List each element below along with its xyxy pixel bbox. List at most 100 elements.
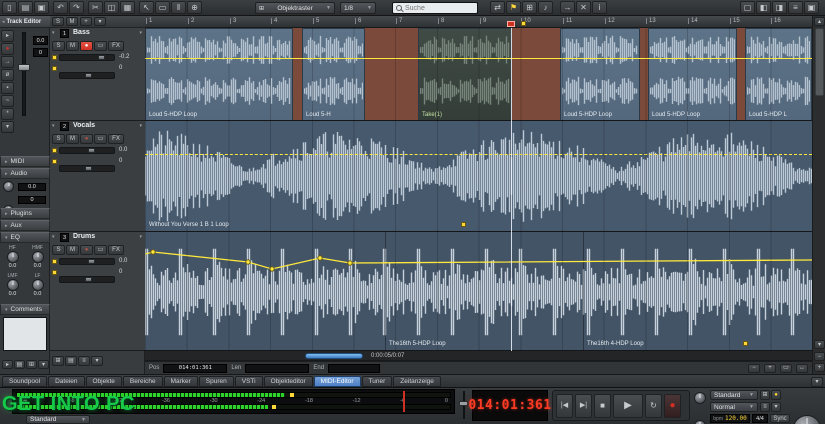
go-to-start-button[interactable]: |◀ — [556, 393, 573, 418]
file-open-button[interactable]: ▤ — [18, 1, 33, 14]
pan-slider-handle[interactable] — [85, 166, 92, 171]
zoom-in-button[interactable]: + — [764, 363, 776, 373]
phase-button[interactable]: ø — [1, 69, 14, 81]
stop-button[interactable]: ■ — [594, 393, 611, 418]
more-button[interactable]: ▾ — [1, 121, 14, 133]
mini-fader-handle[interactable] — [459, 401, 468, 406]
lock-button[interactable]: ▪ — [1, 82, 14, 94]
tab-marker[interactable]: Marker — [163, 376, 198, 387]
header-bottom-button-4[interactable]: ▾ — [91, 356, 103, 366]
marker-flag-button[interactable]: ⚑ — [506, 1, 521, 14]
eq-lmf-knob[interactable] — [6, 279, 19, 291]
freeze-button[interactable]: * — [1, 108, 14, 120]
bass-clip[interactable]: Loud 5-HDP Loop — [560, 28, 640, 120]
track-header-bass[interactable]: ▾ 1 Bass ▾ S M ● ▭ FX -0.2 0 — [50, 28, 145, 121]
vertical-zoom-in-button[interactable]: + — [814, 363, 825, 372]
playback-marker[interactable] — [507, 21, 515, 27]
section-eq[interactable]: ▾ EQ — [0, 232, 50, 243]
cut-button[interactable]: ✂ — [88, 1, 103, 14]
record-arm-button[interactable]: ● — [80, 245, 93, 255]
collapse-icon[interactable]: ▾ — [52, 30, 55, 36]
vertical-zoom-out-button[interactable]: − — [814, 352, 825, 361]
eq-lf-knob[interactable] — [31, 279, 44, 291]
volume-slider-handle[interactable] — [88, 148, 95, 153]
workspace-2-button[interactable]: ◧ — [756, 1, 771, 14]
scroll-down-button[interactable]: ▾ — [814, 340, 825, 349]
vertical-scrollbar[interactable]: ▴ ▾ − + — [812, 16, 825, 374]
bass-clip[interactable]: Loud 5-HDP L — [745, 28, 812, 120]
record-option-button-1[interactable]: ⊞ — [760, 390, 770, 400]
record-option-button-2[interactable]: ● — [771, 390, 781, 400]
collapse-left-icon[interactable]: ◂ — [2, 19, 5, 25]
track-volume-fader[interactable] — [17, 32, 31, 116]
track-menu-button[interactable]: ▾ — [94, 17, 106, 26]
section-comments[interactable]: ▾ Comments — [0, 304, 50, 315]
header-bottom-button-2[interactable]: ▤ — [65, 356, 77, 366]
pan-slider-handle[interactable] — [85, 73, 92, 78]
bass-volume-automation-line[interactable] — [145, 58, 812, 59]
loop-range-button[interactable]: ⇄ — [490, 1, 505, 14]
grid-value-dropdown[interactable]: 1/8 ▼ — [340, 2, 376, 14]
automation-node[interactable] — [743, 341, 748, 346]
mouse-tool-button[interactable]: ↖ — [139, 1, 154, 14]
search-input[interactable] — [405, 4, 469, 12]
tab-bereiche[interactable]: Bereiche — [122, 376, 163, 387]
end-value[interactable] — [328, 363, 381, 373]
bpm-display[interactable]: bpm 120.00 — [710, 414, 750, 423]
timeline-ruler[interactable]: 1 2 3 4 5 6 7 8 9 10 11 12 13 14 15 16 — [145, 16, 812, 28]
solo-all-button[interactable]: S — [52, 17, 64, 26]
file-save-button[interactable]: ▣ — [34, 1, 49, 14]
volume-slider-handle[interactable] — [98, 55, 105, 60]
solo-button[interactable]: S — [52, 134, 65, 144]
mixer-button[interactable]: ≡ — [788, 1, 803, 14]
collapse-icon[interactable]: ▾ — [52, 123, 55, 129]
pan-slider[interactable] — [59, 276, 115, 283]
section-midi[interactable]: ▸ MIDI — [0, 156, 50, 167]
master-volume-knob[interactable] — [793, 415, 821, 424]
playback-option-button-2[interactable]: ▾ — [771, 402, 781, 412]
redo-button[interactable]: ↷ — [69, 1, 84, 14]
zoom-fit-button[interactable]: ↔ — [796, 363, 808, 373]
section-aux[interactable]: ▸ Aux — [0, 220, 50, 231]
fader-handle[interactable] — [18, 64, 30, 71]
track-lane-vocals[interactable]: Without You Verse 1 B 1 Loop — [145, 121, 812, 232]
header-bottom-button-3[interactable]: ≡ — [78, 356, 90, 366]
record-arm-button[interactable]: ● — [80, 134, 93, 144]
tab-dateien[interactable]: Dateien — [48, 376, 85, 387]
track-name[interactable]: Vocals — [73, 122, 95, 129]
panel-bottom-button-1[interactable]: ▸ — [2, 360, 13, 369]
tab-tuner[interactable]: Tuner — [361, 376, 393, 387]
fx-button[interactable]: FX — [108, 134, 124, 144]
track-options-icon[interactable]: ▾ — [139, 123, 142, 129]
volume-slider[interactable] — [59, 54, 115, 61]
add-track-button[interactable]: + — [80, 17, 92, 26]
track-name[interactable]: Bass — [73, 29, 90, 36]
eq-hmf-knob[interactable] — [31, 251, 44, 263]
bass-clip[interactable]: Loud 5-HDP Loop — [648, 28, 737, 120]
bass-clip[interactable]: Loud 5-HDP Loop — [145, 28, 293, 120]
fx-button[interactable]: FX — [108, 245, 124, 255]
dock-collapse-button[interactable]: ▾ — [811, 377, 823, 387]
zoom-tool-button[interactable]: ⊕ — [187, 1, 202, 14]
automation-mode-button[interactable]: ▭ — [94, 41, 107, 51]
objektraster-dropdown[interactable]: ⊞ Objektraster ▼ — [255, 2, 335, 14]
pos-value[interactable]: 014:01:361 — [163, 363, 228, 373]
search-box[interactable] — [392, 2, 478, 14]
audio-knob-1[interactable] — [3, 181, 14, 192]
vocals-automation-line[interactable] — [145, 154, 812, 155]
range-tool-button[interactable]: ▭ — [155, 1, 170, 14]
crossfade-button[interactable]: ✕ — [576, 1, 591, 14]
record-button[interactable]: ● — [664, 393, 681, 418]
header-bottom-button-1[interactable]: ⊞ — [52, 356, 64, 366]
zoom-range-button[interactable]: ▭ — [780, 363, 792, 373]
tab-soundpool[interactable]: Soundpool — [2, 376, 48, 387]
volume-slider[interactable] — [59, 147, 115, 154]
file-new-button[interactable]: ▯ — [2, 1, 17, 14]
pan-slider-handle[interactable] — [85, 277, 92, 282]
monitor-button[interactable]: ▸ — [1, 30, 14, 42]
playback-option-button-1[interactable]: ≡ — [760, 402, 770, 412]
info-button[interactable]: i — [592, 1, 607, 14]
panel-bottom-button-2[interactable]: ▤ — [14, 360, 25, 369]
automation-mode-button[interactable]: ▭ — [94, 245, 107, 255]
paste-button[interactable]: ▦ — [120, 1, 135, 14]
